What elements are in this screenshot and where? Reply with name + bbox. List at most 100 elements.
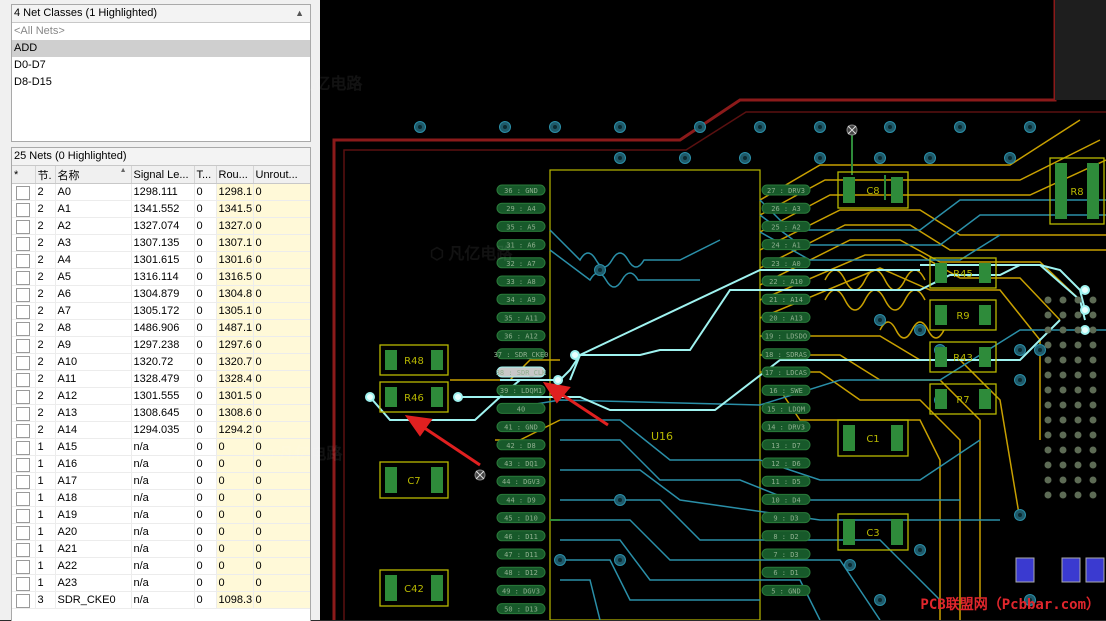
u16-pin-pad[interactable]: 47 : D11 <box>496 548 546 560</box>
u16-pin-pad[interactable]: 20 : A13 <box>761 311 811 323</box>
u16-pin-pad[interactable]: 14 : DRV3 <box>761 421 811 433</box>
u16-pin-pad[interactable]: 23 : A0 <box>761 257 811 269</box>
u16-pin-pad[interactable]: 32 : A7 <box>496 257 546 269</box>
component-footprint[interactable]: C1 <box>837 419 909 457</box>
u16-pin-pad[interactable]: 25 : A2 <box>761 220 811 232</box>
u16-pin-pad[interactable]: 33 : A8 <box>496 275 546 287</box>
table-row[interactable]: 2 A12 1301.555 0 1301.5 0 <box>12 387 310 405</box>
column-header[interactable]: 名称 ▲ <box>55 166 132 184</box>
u16-pin-pad[interactable]: 40 <box>496 402 546 414</box>
u16-pin-pad[interactable]: 8 : D2 <box>761 530 811 542</box>
net-checkbox[interactable] <box>16 423 31 438</box>
column-header[interactable]: T... <box>194 166 217 184</box>
net-checkbox[interactable] <box>16 406 31 421</box>
component-footprint[interactable]: R8 <box>1049 157 1105 225</box>
net-checkbox[interactable] <box>16 219 31 234</box>
table-row[interactable]: 2 A2 1327.074 0 1327.0 0 <box>12 217 310 235</box>
u16-pin-pad[interactable]: 34 : A9 <box>496 293 546 305</box>
table-row[interactable]: 2 A3 1307.135 0 1307.1 0 <box>12 234 310 252</box>
u16-pin-pad[interactable]: 39 : LDQM1 <box>496 384 546 396</box>
u16-pin-pad[interactable]: 15 : LDQM <box>761 402 811 414</box>
table-row[interactable]: 2 A7 1305.172 0 1305.1 0 <box>12 302 310 320</box>
u16-pin-pad[interactable]: 44 : D9 <box>496 493 546 505</box>
u16-pin-pad[interactable]: 38 : SDR_CLK <box>496 366 547 378</box>
table-row[interactable]: 1 A23 n/a 0 0 0 <box>12 574 310 592</box>
u16-pin-pad[interactable]: 44 : DGV3 <box>496 475 546 487</box>
net-checkbox[interactable] <box>16 491 31 506</box>
table-row[interactable]: 1 A16 n/a 0 0 0 <box>12 455 310 473</box>
net-checkbox[interactable] <box>16 389 31 404</box>
u16-pin-pad[interactable]: 26 : A3 <box>761 202 811 214</box>
u16-pin-pad[interactable]: 49 : DGV3 <box>496 584 546 596</box>
net-checkbox[interactable] <box>16 593 31 608</box>
table-row[interactable]: 2 A4 1301.615 0 1301.6 0 <box>12 251 310 269</box>
u16-pin-pad[interactable]: 35 : A5 <box>496 220 546 232</box>
u16-pin-pad[interactable]: 10 : D4 <box>761 493 811 505</box>
net-class-item[interactable]: ADD <box>12 40 310 57</box>
net-checkbox[interactable] <box>16 270 31 285</box>
u16-pin-pad[interactable]: 19 : LDSDO <box>761 330 811 342</box>
u16-pin-pad[interactable]: 43 : DQ1 <box>496 457 546 469</box>
net-checkbox[interactable] <box>16 474 31 489</box>
u16-pin-pad[interactable]: 31 : A6 <box>496 239 546 251</box>
column-header[interactable]: 节. <box>35 166 56 184</box>
net-checkbox[interactable] <box>16 542 31 557</box>
u16-pin-pad[interactable]: 7 : D3 <box>761 548 811 560</box>
column-header[interactable]: Unrout... <box>253 166 310 184</box>
u16-pin-pad[interactable]: 9 : D3 <box>761 512 811 524</box>
table-row[interactable]: 2 A11 1328.479 0 1328.4 0 <box>12 370 310 388</box>
net-checkbox[interactable] <box>16 253 31 268</box>
component-footprint[interactable]: C7 <box>379 461 449 499</box>
u16-pin-pad[interactable]: 41 : GND <box>496 421 546 433</box>
net-checkbox[interactable] <box>16 338 31 353</box>
column-header[interactable]: Signal Le... <box>131 166 195 184</box>
u16-pin-pad[interactable]: 22 : A10 <box>761 275 811 287</box>
net-checkbox[interactable] <box>16 440 31 455</box>
u16-pin-pad[interactable]: 50 : D13 <box>496 603 546 615</box>
table-row[interactable]: 2 A14 1294.035 0 1294.2 0 <box>12 421 310 439</box>
component-footprint[interactable]: R46 <box>379 381 449 413</box>
table-row[interactable]: 1 A19 n/a 0 0 0 <box>12 506 310 524</box>
table-row[interactable]: 2 A5 1316.114 0 1316.5 0 <box>12 268 310 286</box>
column-header[interactable]: * <box>12 166 36 184</box>
u16-pin-pad[interactable]: 11 : D5 <box>761 475 811 487</box>
u16-pin-pad[interactable]: 13 : D7 <box>761 439 811 451</box>
u16-pin-pad[interactable]: 18 : SDRAS <box>761 348 811 360</box>
component-footprint[interactable]: C8 <box>837 171 909 209</box>
net-checkbox[interactable] <box>16 202 31 217</box>
table-row[interactable]: 2 A1 1341.552 0 1341.5 0 <box>12 200 310 218</box>
component-footprint[interactable]: R7 <box>929 383 997 415</box>
u16-pin-pad[interactable]: 16 : SWE <box>761 384 811 396</box>
table-row[interactable]: 1 A21 n/a 0 0 0 <box>12 540 310 558</box>
net-checkbox[interactable] <box>16 525 31 540</box>
net-class-item[interactable]: D0-D7 <box>12 57 310 74</box>
net-class-item[interactable]: D8-D15 <box>12 74 310 91</box>
net-checkbox[interactable] <box>16 508 31 523</box>
table-row[interactable]: 2 A10 1320.72 0 1320.7 0 <box>12 353 310 371</box>
pcb-drawing[interactable]: 36 : GND 29 : A4 35 : A5 31 : A6 32 : A7 33 :… <box>320 0 1106 620</box>
collapse-icon[interactable]: ▲ <box>295 5 304 22</box>
table-row[interactable]: 1 A17 n/a 0 0 0 <box>12 472 310 490</box>
u16-pin-pad[interactable]: 46 : D11 <box>496 530 546 542</box>
table-row[interactable]: 2 A0 1298.111 0 1298.1 0 <box>12 183 310 201</box>
net-checkbox[interactable] <box>16 304 31 319</box>
u16-pin-pad[interactable]: 48 : D12 <box>496 566 546 578</box>
table-row[interactable]: 2 A6 1304.879 0 1304.8 0 <box>12 285 310 303</box>
table-row[interactable]: 1 A20 n/a 0 0 0 <box>12 523 310 541</box>
table-row[interactable]: 3 SDR_CKE0 n/a 0 1098.3 0 <box>12 591 310 609</box>
u16-pin-pad[interactable]: 36 : A12 <box>496 330 546 342</box>
u16-pin-pad[interactable]: 29 : A4 <box>496 202 546 214</box>
u16-pin-pad[interactable]: 21 : A14 <box>761 293 811 305</box>
u16-pin-pad[interactable]: 27 : DRV3 <box>761 184 811 196</box>
net-checkbox[interactable] <box>16 321 31 336</box>
net-checkbox[interactable] <box>16 236 31 251</box>
u16-pin-pad[interactable]: 24 : A1 <box>761 239 811 251</box>
net-classes-header[interactable]: 4 Net Classes (1 Highlighted) ▲ <box>12 5 310 23</box>
table-row[interactable]: 2 A8 1486.906 0 1487.1 0 <box>12 319 310 337</box>
u16-pin-pad[interactable]: 42 : D8 <box>496 439 546 451</box>
net-checkbox[interactable] <box>16 372 31 387</box>
table-row[interactable]: 1 A18 n/a 0 0 0 <box>12 489 310 507</box>
u16-pin-pad[interactable]: 35 : A11 <box>496 311 546 323</box>
pcb-canvas[interactable]: 36 : GND 29 : A4 35 : A5 31 : A6 32 : A7 33 :… <box>260 0 1106 620</box>
u16-pin-pad[interactable]: 6 : D1 <box>761 566 811 578</box>
